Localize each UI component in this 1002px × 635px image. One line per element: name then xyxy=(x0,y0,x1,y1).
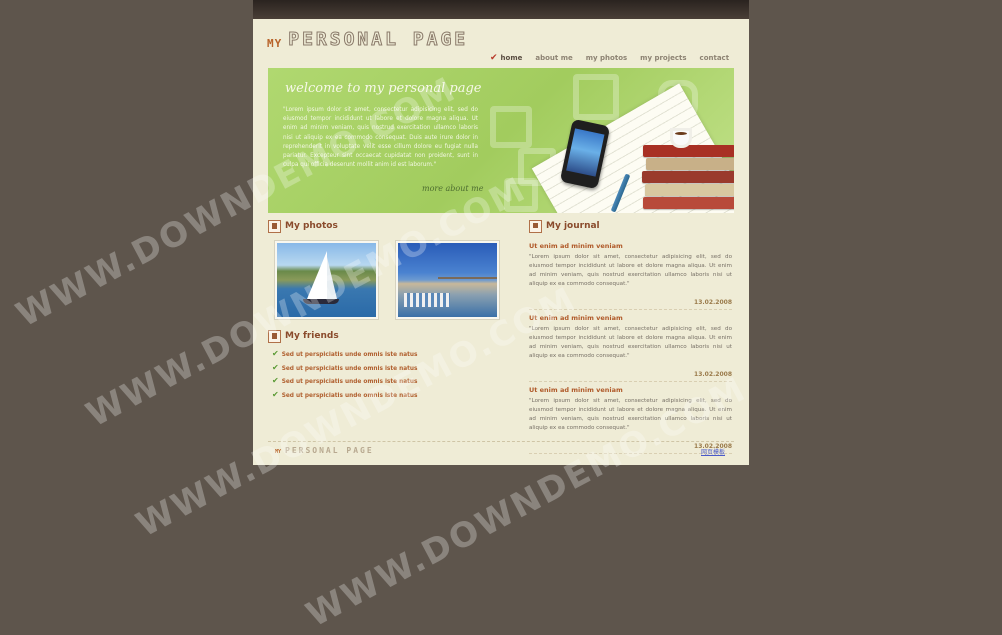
photos-heading: My photos xyxy=(285,221,338,231)
footer-logo-title: PERSONAL PAGE xyxy=(285,446,374,455)
nav-my-projects[interactable]: my projects xyxy=(640,54,686,62)
footer-divider xyxy=(268,441,734,442)
welcome-banner: welcome to my personal page "Lorem ipsum… xyxy=(268,68,734,213)
journal-icon xyxy=(529,220,542,233)
nav-home-label: home xyxy=(500,54,523,62)
book-image xyxy=(643,197,734,209)
journal-entry: Ut enim ad minim veniam "Lorem ipsum dol… xyxy=(529,384,732,454)
journal-entry-title[interactable]: Ut enim ad minim veniam xyxy=(529,240,732,250)
user-icon xyxy=(268,220,281,233)
more-about-me-link[interactable]: more about me xyxy=(422,184,483,193)
journal-entry-date: 13.02.2008 xyxy=(694,299,732,306)
journal-entry-title[interactable]: Ut enim ad minim veniam xyxy=(529,312,732,322)
friend-label: Sed ut perspiciatis unde omnis iste natu… xyxy=(281,379,418,385)
site-logo[interactable]: MY PERSONAL PAGE xyxy=(267,28,469,51)
check-icon: ✔ xyxy=(272,389,279,399)
journal-heading: My journal xyxy=(546,221,600,231)
decor-square xyxy=(573,74,619,120)
sailboat-photo xyxy=(277,243,376,317)
journal-list: Ut enim ad minim veniam "Lorem ipsum dol… xyxy=(529,240,732,456)
journal-entry: Ut enim ad minim veniam "Lorem ipsum dol… xyxy=(529,312,732,382)
check-icon: ✔ xyxy=(272,376,279,385)
footer-template-link[interactable]: 网页模板 xyxy=(701,447,725,456)
book-image xyxy=(643,145,734,157)
user-icon xyxy=(268,330,281,343)
footer-logo[interactable]: MY PERSONAL PAGE xyxy=(275,446,374,455)
nav-home[interactable]: ✔ home xyxy=(490,53,522,63)
friend-item[interactable]: ✔ Sed ut perspiciatis unde omnis iste nat… xyxy=(272,363,418,377)
check-icon: ✔ xyxy=(272,362,279,372)
decor-square xyxy=(504,178,538,212)
journal-entry-date: 13.02.2008 xyxy=(694,371,732,378)
book-image xyxy=(646,158,734,170)
banner-text: "Lorem ipsum dolor sit amet, consectetur… xyxy=(283,107,478,169)
friends-heading: My friends xyxy=(285,331,339,341)
friend-item[interactable]: ✔ Sed ut perspiciatis unde omnis iste nat… xyxy=(272,349,418,363)
page-container: MY PERSONAL PAGE ✔ home about me my photo… xyxy=(253,0,749,465)
book-image xyxy=(642,171,734,183)
friend-label: Sed ut perspiciatis unde omnis iste natu… xyxy=(281,365,418,372)
decor-square xyxy=(490,106,532,148)
journal-entry-text: "Lorem ipsum dolor sit amet, consectetur… xyxy=(529,398,732,431)
photo-sailboat[interactable] xyxy=(274,240,379,320)
nav-contact[interactable]: contact xyxy=(700,54,730,62)
photo-harbor[interactable] xyxy=(395,240,500,320)
friends-list: ✔ Sed ut perspiciatis unde omnis iste nat… xyxy=(272,349,418,403)
check-icon: ✔ xyxy=(490,53,498,63)
friend-item[interactable]: ✔ Sed ut perspiciatis unde omnis iste nat… xyxy=(272,376,418,390)
top-bar xyxy=(253,0,749,19)
book-image xyxy=(645,184,734,196)
main-nav: ✔ home about me my photos my projects con… xyxy=(490,53,742,63)
journal-entry: Ut enim ad minim veniam "Lorem ipsum dol… xyxy=(529,240,732,310)
friend-label: Sed ut perspiciatis unde omnis iste natu… xyxy=(281,352,418,358)
journal-entry-title[interactable]: Ut enim ad minim veniam xyxy=(529,384,732,394)
logo-prefix: MY xyxy=(267,37,283,50)
nav-my-photos[interactable]: my photos xyxy=(586,54,627,62)
harbor-photo xyxy=(398,243,497,317)
journal-entry-text: "Lorem ipsum dolor sit amet, consectetur… xyxy=(529,254,732,287)
check-icon: ✔ xyxy=(272,349,279,358)
friend-label: Sed ut perspiciatis unde omnis iste natu… xyxy=(281,392,418,399)
coffee-image xyxy=(675,132,687,135)
banner-title: welcome to my personal page xyxy=(285,81,482,96)
footer-logo-prefix: MY xyxy=(275,449,282,455)
logo-title: PERSONAL PAGE xyxy=(288,29,469,51)
friend-item[interactable]: ✔ Sed ut perspiciatis unde omnis iste nat… xyxy=(272,390,418,404)
nav-about-me[interactable]: about me xyxy=(535,54,572,62)
journal-entry-text: "Lorem ipsum dolor sit amet, consectetur… xyxy=(529,326,732,359)
